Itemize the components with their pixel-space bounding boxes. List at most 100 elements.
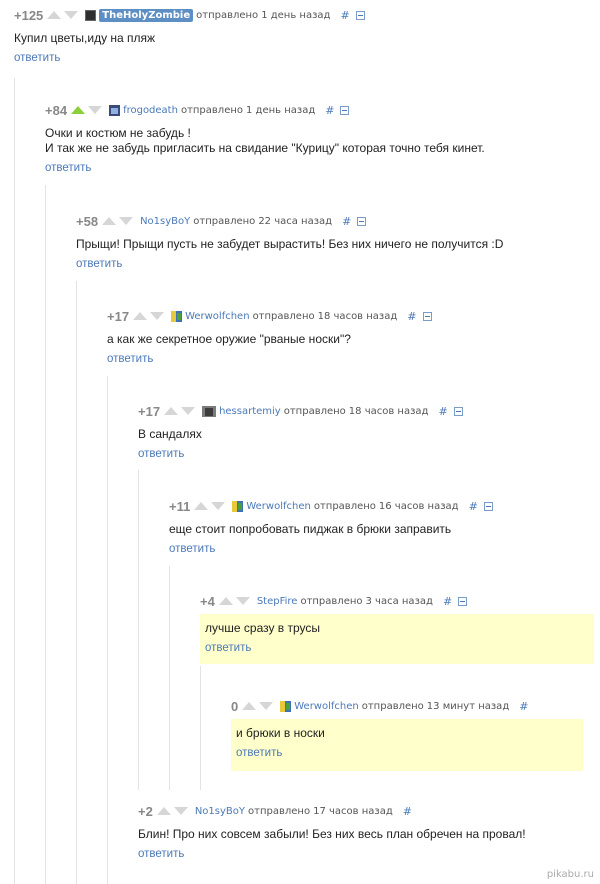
comment-text: Блин! Про них совсем забыли! Без них вес… — [138, 827, 526, 841]
rating: +84 — [45, 102, 68, 118]
upvote-icon[interactable] — [71, 106, 86, 114]
sent-label: отправлено — [300, 595, 363, 607]
comment-text: Прыщи! Прыщи пусть не забудет вырастить!… — [76, 237, 504, 251]
sent-label: отправлено — [313, 500, 376, 512]
comment-text: Очки и костюм не забудь ! И так же не за… — [45, 126, 485, 155]
timestamp: 3 часа назад — [365, 595, 433, 607]
downvote-icon[interactable] — [211, 502, 226, 510]
comment: +58 No1syBoY отправлено 22 часа назад # … — [76, 212, 594, 271]
comment: +11 Werwolfchen отправлено 16 часов наза… — [169, 497, 594, 556]
upvote-icon[interactable] — [242, 702, 257, 710]
sent-label: отправлено — [196, 9, 259, 21]
comment-text: и брюки в носки — [236, 726, 325, 740]
upvote-icon[interactable] — [218, 597, 233, 605]
reply-link[interactable]: ответить — [107, 353, 153, 365]
downvote-icon[interactable] — [235, 597, 250, 605]
author-link[interactable]: No1syBoY — [140, 216, 190, 227]
collapse-icon[interactable] — [453, 406, 463, 416]
rating: +17 — [107, 308, 130, 324]
comment-text: Купил цветы,иду на пляж — [14, 31, 156, 45]
timestamp: 18 часов назад — [317, 310, 398, 322]
timestamp: 18 часов назад — [348, 405, 429, 417]
downvote-icon[interactable] — [150, 312, 165, 320]
reply-link[interactable]: ответить — [236, 747, 282, 759]
timestamp: 13 минут назад — [426, 700, 510, 712]
thread-line — [14, 78, 15, 884]
author-link[interactable]: No1syBoY — [195, 806, 245, 817]
comment: +17 hessartemiy отправлено 18 часов наза… — [138, 402, 594, 461]
timestamp: 17 часов назад — [313, 805, 393, 817]
comment: +84 frogodeath отправлено 1 день назад #… — [45, 101, 594, 175]
reply-link[interactable]: ответить — [138, 848, 184, 860]
permalink-icon[interactable]: # — [407, 310, 416, 323]
author-link[interactable]: TheHolyZombie — [99, 8, 194, 22]
sent-label: отправлено — [248, 805, 311, 817]
thread-line — [200, 666, 201, 790]
rating: +11 — [169, 498, 191, 514]
thread-line — [169, 566, 170, 790]
permalink-icon[interactable]: # — [342, 215, 351, 228]
author-link[interactable]: hessartemiy — [219, 406, 281, 417]
reply-link[interactable]: ответить — [138, 448, 184, 460]
sent-label: отправлено — [180, 104, 244, 116]
rating: +58 — [76, 213, 99, 229]
author-link[interactable]: frogodeath — [123, 105, 178, 116]
comment: +4 StepFire отправлено 3 часа назад # — [200, 592, 594, 610]
downvote-icon[interactable] — [119, 217, 134, 225]
thread-line — [107, 376, 108, 884]
collapse-icon[interactable] — [422, 311, 432, 321]
upvote-icon[interactable] — [102, 217, 117, 225]
avatar[interactable] — [280, 700, 292, 712]
author-link[interactable]: Werwolfchen — [185, 311, 250, 322]
collapse-icon[interactable] — [357, 216, 367, 226]
upvote-icon[interactable] — [194, 502, 209, 510]
reply-link[interactable]: ответить — [14, 52, 60, 64]
comment-text: а как же секретное оружие "рваные носки"… — [107, 332, 351, 346]
upvote-icon[interactable] — [47, 11, 62, 19]
watermark: pikabu.ru — [546, 869, 594, 880]
downvote-icon[interactable] — [259, 702, 274, 710]
downvote-icon[interactable] — [173, 807, 188, 815]
avatar[interactable] — [202, 405, 217, 417]
rating: +4 — [200, 593, 215, 609]
permalink-icon[interactable]: # — [325, 104, 334, 117]
upvote-icon[interactable] — [133, 312, 148, 320]
permalink-icon[interactable]: # — [519, 700, 528, 713]
downvote-icon[interactable] — [181, 407, 196, 415]
reply-link[interactable]: ответить — [169, 543, 215, 555]
sent-label: отправлено — [361, 700, 424, 712]
timestamp: 1 день назад — [246, 104, 316, 116]
avatar[interactable] — [109, 104, 121, 116]
collapse-icon[interactable] — [355, 10, 365, 20]
avatar[interactable] — [171, 310, 183, 322]
permalink-icon[interactable]: # — [443, 595, 452, 608]
upvote-icon[interactable] — [156, 807, 171, 815]
downvote-icon[interactable] — [64, 11, 79, 19]
permalink-icon[interactable]: # — [340, 9, 349, 22]
collapse-icon[interactable] — [483, 501, 493, 511]
rating: 0 — [231, 698, 239, 714]
upvote-icon[interactable] — [164, 407, 179, 415]
rating: +2 — [138, 803, 153, 819]
avatar[interactable] — [85, 9, 97, 21]
timestamp: 22 часа назад — [258, 215, 333, 227]
comment-text: еще стоит попробовать пиджак в брюки зап… — [169, 522, 452, 536]
comment-text: В сандалях — [138, 427, 202, 441]
author-link[interactable]: Werwolfchen — [246, 501, 311, 512]
collapse-icon[interactable] — [340, 105, 350, 115]
avatar[interactable] — [232, 500, 244, 512]
permalink-icon[interactable]: # — [403, 805, 412, 818]
reply-link[interactable]: ответить — [76, 258, 122, 270]
permalink-icon[interactable]: # — [438, 405, 447, 418]
collapse-icon[interactable] — [458, 596, 468, 606]
rating: +125 — [14, 7, 44, 23]
author-link[interactable]: StepFire — [257, 596, 298, 607]
permalink-icon[interactable]: # — [469, 500, 478, 513]
author-link[interactable]: Werwolfchen — [294, 701, 359, 712]
reply-link[interactable]: ответить — [45, 162, 91, 174]
downvote-icon[interactable] — [88, 106, 103, 114]
comment-highlight: и брюки в носки ответить — [231, 719, 583, 771]
reply-link[interactable]: ответить — [205, 642, 251, 654]
comment-highlight: лучше сразу в трусы ответить — [200, 614, 594, 664]
sent-label: отправлено — [283, 405, 346, 417]
